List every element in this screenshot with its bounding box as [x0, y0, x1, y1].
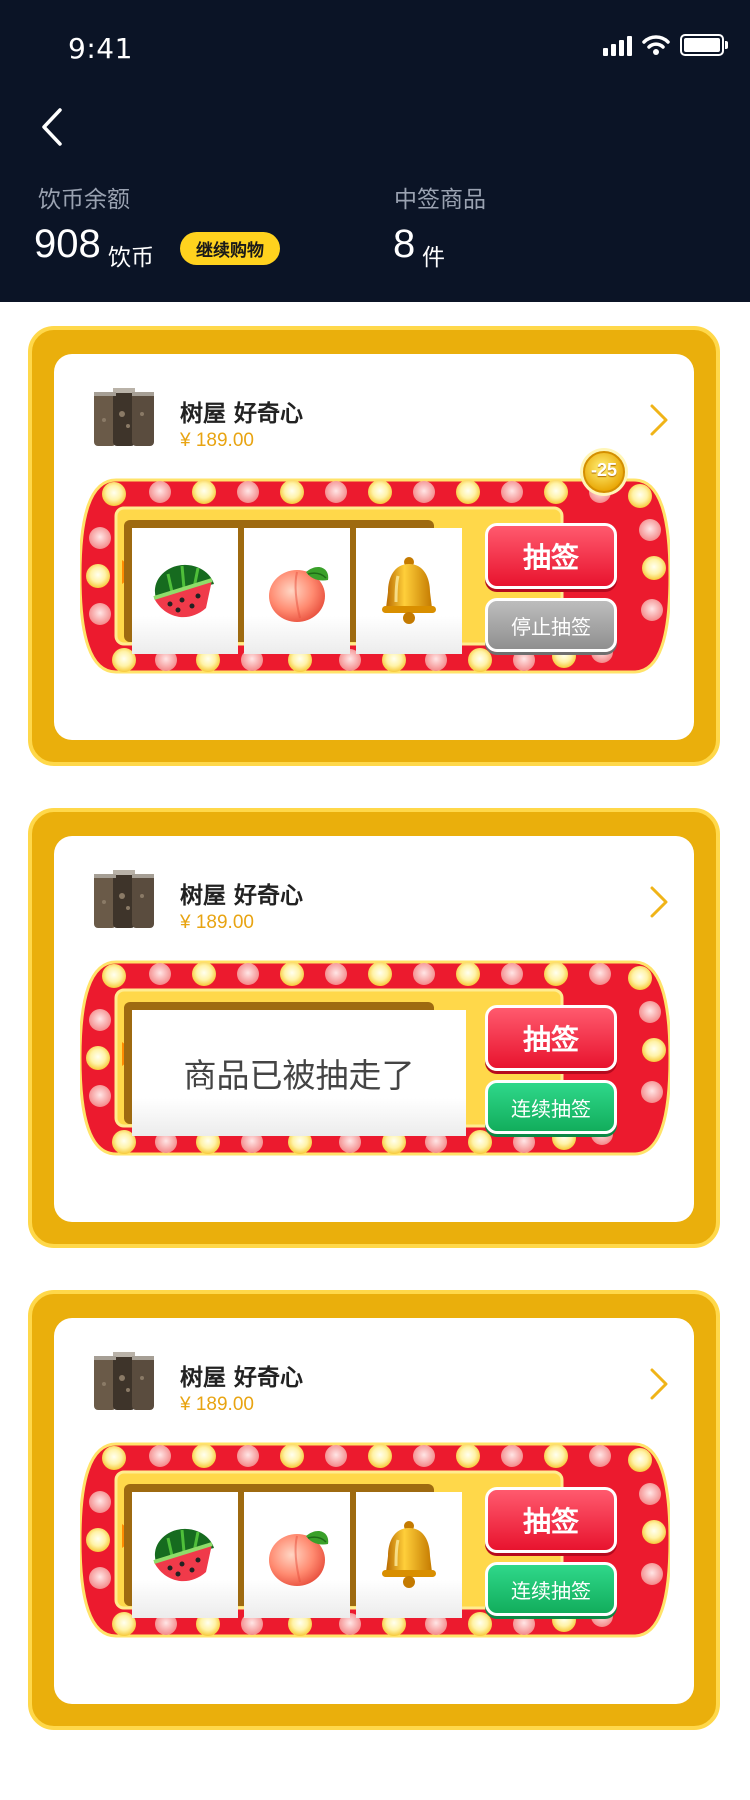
- product-thumbnail[interactable]: [92, 1348, 156, 1414]
- draw-button[interactable]: 抽签: [485, 1005, 617, 1071]
- coin-badge: -25: [578, 446, 630, 498]
- card-content: 树屋 好奇心 ¥ 189.00 商品已被抽走了 抽签 连续抽签: [54, 836, 694, 1222]
- peach-icon: [260, 554, 334, 628]
- won-items-value: 8: [393, 222, 416, 266]
- bell-icon: [372, 554, 446, 628]
- bell-icon: [372, 1518, 446, 1592]
- chevron-right-icon[interactable]: [648, 884, 670, 920]
- reel-2: [244, 1492, 350, 1618]
- chevron-right-icon[interactable]: [648, 1366, 670, 1402]
- product-name: 树屋 好奇心: [180, 1365, 304, 1391]
- back-arrow-icon[interactable]: [34, 104, 74, 150]
- continuous-draw-button[interactable]: 连续抽签: [485, 1562, 617, 1616]
- slot-machine: 抽签 连续抽签: [80, 1440, 670, 1640]
- reel-2: [244, 528, 350, 654]
- reels-window: [124, 520, 462, 654]
- product-name: 树屋 好奇心: [180, 883, 304, 909]
- continue-shopping-button[interactable]: 继续购物: [180, 232, 280, 265]
- balance-value: 908: [34, 222, 101, 266]
- lottery-card-2: 树屋 好奇心 ¥ 189.00 商品已被抽走了 抽签 连续抽签: [28, 808, 720, 1248]
- won-items-label: 中签商品: [394, 187, 486, 213]
- watermelon-icon: [148, 1518, 222, 1592]
- product-price: ¥ 189.00: [180, 912, 254, 933]
- product-price: ¥ 189.00: [180, 1394, 254, 1415]
- stop-draw-button[interactable]: 停止抽签: [485, 598, 617, 652]
- lottery-card-1: 树屋 好奇心 ¥ 189.00 抽签 停止抽签 -25: [28, 326, 720, 766]
- card-content: 树屋 好奇心 ¥ 189.00 抽签 连续抽签: [54, 1318, 694, 1704]
- battery-icon: [680, 34, 728, 56]
- product-name: 树屋 好奇心: [180, 401, 304, 427]
- sold-out-message: 商品已被抽走了: [132, 1010, 466, 1136]
- slot-machine: 抽签 停止抽签 -25: [80, 448, 670, 676]
- reel-3: [356, 528, 462, 654]
- product-thumbnail[interactable]: [92, 384, 156, 450]
- won-items-unit: 件: [422, 245, 445, 271]
- status-icons: [603, 34, 728, 56]
- product-thumbnail[interactable]: [92, 866, 156, 932]
- slot-machine: 商品已被抽走了 抽签 连续抽签: [80, 958, 670, 1158]
- card-content: 树屋 好奇心 ¥ 189.00 抽签 停止抽签 -25: [54, 354, 694, 740]
- status-time: 9:41: [68, 32, 133, 65]
- reel-3: [356, 1492, 462, 1618]
- peach-icon: [260, 1518, 334, 1592]
- reel-1: [132, 528, 238, 654]
- chevron-right-icon[interactable]: [648, 402, 670, 438]
- watermelon-icon: [148, 554, 222, 628]
- reels-window: 商品已被抽走了: [124, 1002, 466, 1136]
- wifi-icon: [642, 35, 670, 55]
- balance-label: 饮币余额: [38, 187, 130, 213]
- draw-button[interactable]: 抽签: [485, 1487, 617, 1553]
- balance-unit: 饮币: [108, 245, 154, 271]
- coin-badge-value: -25: [590, 460, 617, 480]
- lottery-card-3: 树屋 好奇心 ¥ 189.00 抽签 连续抽签: [28, 1290, 720, 1730]
- cellular-signal-icon: [603, 34, 632, 56]
- product-price: ¥ 189.00: [180, 430, 254, 451]
- continuous-draw-button[interactable]: 连续抽签: [485, 1080, 617, 1134]
- draw-button[interactable]: 抽签: [485, 523, 617, 589]
- reels-window: [124, 1484, 462, 1618]
- reel-1: [132, 1492, 238, 1618]
- header: 9:41 饮币余额 908 饮币 继续购物 中签商品 8 件: [0, 0, 750, 302]
